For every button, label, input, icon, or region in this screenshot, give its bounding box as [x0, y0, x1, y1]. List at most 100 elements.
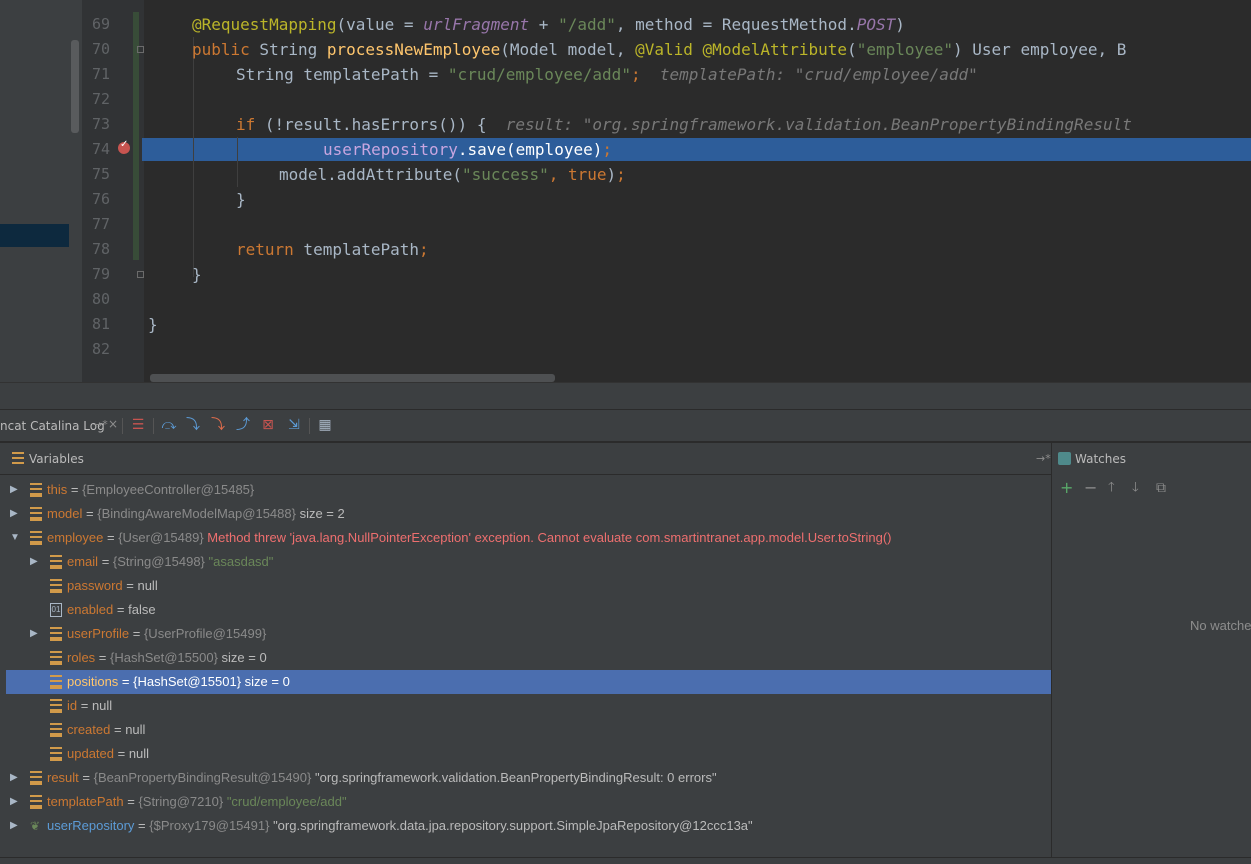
toolbar-separator — [122, 418, 123, 434]
variable-ref: {String@7210} — [138, 794, 224, 809]
editor-scrollbar-thumb[interactable] — [150, 374, 555, 382]
expand-icon[interactable]: ▶ — [10, 814, 20, 838]
drop-frame-icon[interactable]: ⊠ — [260, 417, 276, 433]
force-step-into-icon[interactable]: ⤵ — [210, 417, 226, 433]
code-line-79[interactable]: } — [192, 262, 202, 287]
expand-icon[interactable]: ▶ — [10, 790, 20, 814]
variable-name: result — [47, 770, 79, 785]
variable-name: this — [47, 482, 68, 497]
variable-value: size = 2 — [295, 506, 345, 521]
variable-row[interactable]: 01 enabled = false — [6, 598, 1051, 622]
variable-ref: {UserProfile@15499} — [143, 626, 267, 641]
remove-watch-icon[interactable]: − — [1084, 479, 1097, 497]
collapse-icon[interactable]: ▼ — [10, 526, 20, 550]
line-number: 81 — [91, 315, 110, 333]
breakpoint-icon[interactable] — [118, 139, 130, 154]
variable-row[interactable]: updated = null — [6, 742, 1051, 766]
variable-value: null — [128, 746, 150, 761]
equals-sign: = — [113, 602, 129, 617]
line-number: 72 — [91, 90, 110, 108]
variable-row[interactable]: created = null — [6, 718, 1051, 742]
editor-divider[interactable] — [0, 382, 1251, 410]
variable-row[interactable]: ▶ result = {BeanPropertyBindingResult@154… — [6, 766, 1051, 790]
field-icon — [30, 531, 42, 545]
watches-icon — [1058, 452, 1071, 465]
expand-icon[interactable]: ▶ — [30, 622, 40, 646]
variable-row[interactable]: ▶ this = {EmployeeController@15485} — [6, 478, 1051, 502]
variable-value: Method threw 'java.lang.NullPointerExcep… — [203, 530, 892, 545]
variable-ref: {BeanPropertyBindingResult@15490} — [93, 770, 312, 785]
variable-row[interactable]: ▶ userProfile = {UserProfile@15499} — [6, 622, 1051, 646]
variable-row[interactable]: ▶ email = {String@15498} "asasdasd" — [6, 550, 1051, 574]
watches-panel: Watches + − 🡑 🡓 ⧉ No watches — [1051, 443, 1251, 863]
expand-icon[interactable]: ▶ — [10, 766, 20, 790]
duplicate-watch-icon[interactable]: ⧉ — [1156, 479, 1166, 497]
code-line-70[interactable]: public String processNewEmployee(Model m… — [192, 37, 1126, 62]
tab-catalina-log[interactable]: ncat Catalina Log — [0, 419, 105, 433]
field-icon — [50, 747, 62, 761]
variable-name: templatePath — [47, 794, 124, 809]
line-number: 78 — [91, 240, 110, 258]
show-execution-point-icon[interactable]: ☰ — [130, 417, 146, 433]
variable-row[interactable]: password = null — [6, 574, 1051, 598]
variable-name: userProfile — [67, 626, 130, 641]
variable-row[interactable]: id = null — [6, 694, 1051, 718]
variable-ref: {EmployeeController@15485} — [82, 482, 255, 497]
code-line-73[interactable]: if (!result.hasErrors()) { result: "org.… — [236, 112, 1132, 137]
move-up-icon[interactable]: 🡑 — [1108, 479, 1115, 497]
variables-title: Variables — [29, 452, 84, 466]
expand-icon[interactable]: ▶ — [30, 550, 40, 574]
code-line-76[interactable]: } — [236, 187, 246, 212]
add-watch-icon[interactable]: + — [1060, 479, 1073, 497]
line-number: 79 — [91, 265, 110, 283]
evaluate-expression-icon[interactable]: ▦ — [317, 417, 333, 433]
code-line-69[interactable]: @RequestMapping(value = urlFragment + "/… — [192, 12, 905, 37]
equals-sign: = — [110, 722, 126, 737]
variable-ref: {$Proxy179@15491} — [149, 818, 270, 833]
code-line-78[interactable]: return templatePath; — [236, 237, 429, 262]
variable-name: id — [67, 698, 78, 713]
variable-row[interactable]: roles = {HashSet@15500} size = 0 — [6, 646, 1051, 670]
equals-sign: = — [77, 698, 92, 713]
code-line-71[interactable]: String templatePath = "crud/employee/add… — [236, 62, 978, 87]
pin-icon[interactable]: →* — [93, 418, 108, 431]
move-down-icon[interactable]: 🡓 — [1132, 479, 1139, 497]
variable-row[interactable]: positions = {HashSet@15501} size = 0 — [6, 670, 1051, 694]
inline-debug-value: result: "org.springframework.validation.… — [486, 115, 1132, 134]
project-tree-scrollbar[interactable] — [71, 40, 79, 133]
run-to-cursor-icon[interactable]: ⇲ — [286, 417, 302, 433]
variable-value: null — [137, 578, 158, 593]
code-line-74[interactable]: userRepository.save(employee); — [323, 137, 612, 162]
step-into-icon[interactable]: ⤵ — [185, 417, 201, 433]
equals-sign: = — [98, 554, 113, 569]
variable-name: userRepository — [47, 818, 135, 833]
field-icon — [50, 651, 62, 665]
step-out-icon[interactable]: ⤴ — [235, 417, 251, 433]
variables-header: Variables →* — [0, 443, 1051, 475]
field-icon — [30, 483, 42, 497]
variable-row[interactable]: ▼ employee = {User@15489} Method threw 'j… — [6, 526, 1051, 550]
project-tree-selection[interactable] — [0, 224, 69, 247]
fold-icon[interactable] — [137, 46, 144, 53]
line-number: 77 — [91, 215, 110, 233]
variable-ref: {String@15498} — [112, 554, 205, 569]
variable-value: "org.springframework.validation.BeanProp… — [311, 770, 717, 785]
close-icon[interactable]: × — [108, 417, 118, 431]
indent-guide — [193, 37, 194, 277]
code-line-75[interactable]: model.addAttribute("success", true); — [279, 162, 626, 187]
variable-name: created — [67, 722, 111, 737]
fold-icon[interactable] — [137, 271, 144, 278]
code-line-81[interactable]: } — [148, 312, 158, 337]
variable-row[interactable]: ▶ templatePath = {String@7210} "crud/empl… — [6, 790, 1051, 814]
pin-icon[interactable]: →* — [1036, 452, 1051, 465]
toolbar-separator — [153, 418, 154, 434]
expand-icon[interactable]: ▶ — [10, 478, 20, 502]
variables-icon — [12, 452, 24, 464]
equals-sign: = — [123, 794, 139, 809]
variable-row[interactable]: ▶ model = {BindingAwareModelMap@15488} si… — [6, 502, 1051, 526]
variable-row[interactable]: ▶ ❦ userRepository = {$Proxy179@15491} "or… — [6, 814, 1051, 838]
equals-sign: = — [114, 746, 129, 761]
expand-icon[interactable]: ▶ — [10, 502, 20, 526]
line-number: 74 — [91, 140, 110, 158]
step-over-icon[interactable]: ⤼ — [161, 417, 177, 433]
